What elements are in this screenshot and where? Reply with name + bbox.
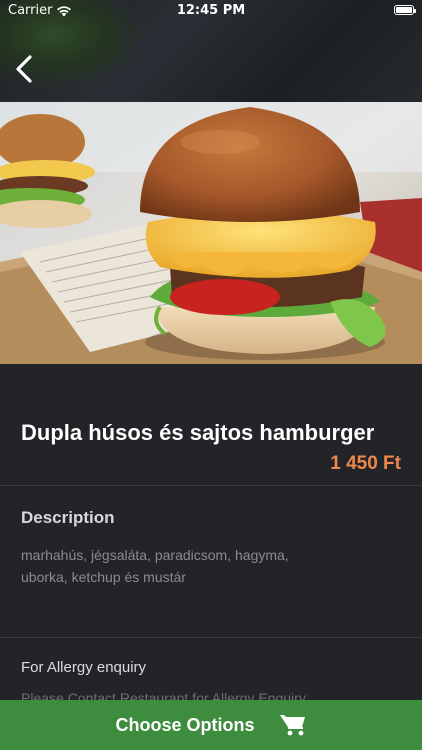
description-line: marhahús, jégsaláta, paradicsom, hagyma, [21, 547, 289, 563]
status-bar: Carrier 12:45 PM [0, 0, 422, 22]
divider [0, 637, 422, 638]
cart-icon [279, 715, 305, 736]
description-heading: Description [21, 508, 115, 527]
back-button[interactable] [10, 52, 42, 86]
product-price: 1 450 Ft [330, 453, 401, 474]
battery-icon [394, 5, 416, 15]
divider [0, 485, 422, 486]
chevron-left-icon [16, 55, 32, 83]
header-background: Carrier 12:45 PM [0, 0, 422, 102]
description-text: marhahús, jégsaláta, paradicsom, hagyma,… [21, 544, 401, 588]
allergy-heading: For Allergy enquiry [21, 659, 147, 676]
choose-options-label: Choose Options [115, 714, 255, 735]
description-line: uborka, ketchup és mustár [21, 569, 186, 585]
product-image [0, 102, 422, 364]
status-time: 12:45 PM [176, 3, 246, 18]
product-title: Dupla húsos és sajtos hamburger [21, 420, 375, 445]
choose-options-button[interactable]: Choose Options [0, 700, 422, 750]
